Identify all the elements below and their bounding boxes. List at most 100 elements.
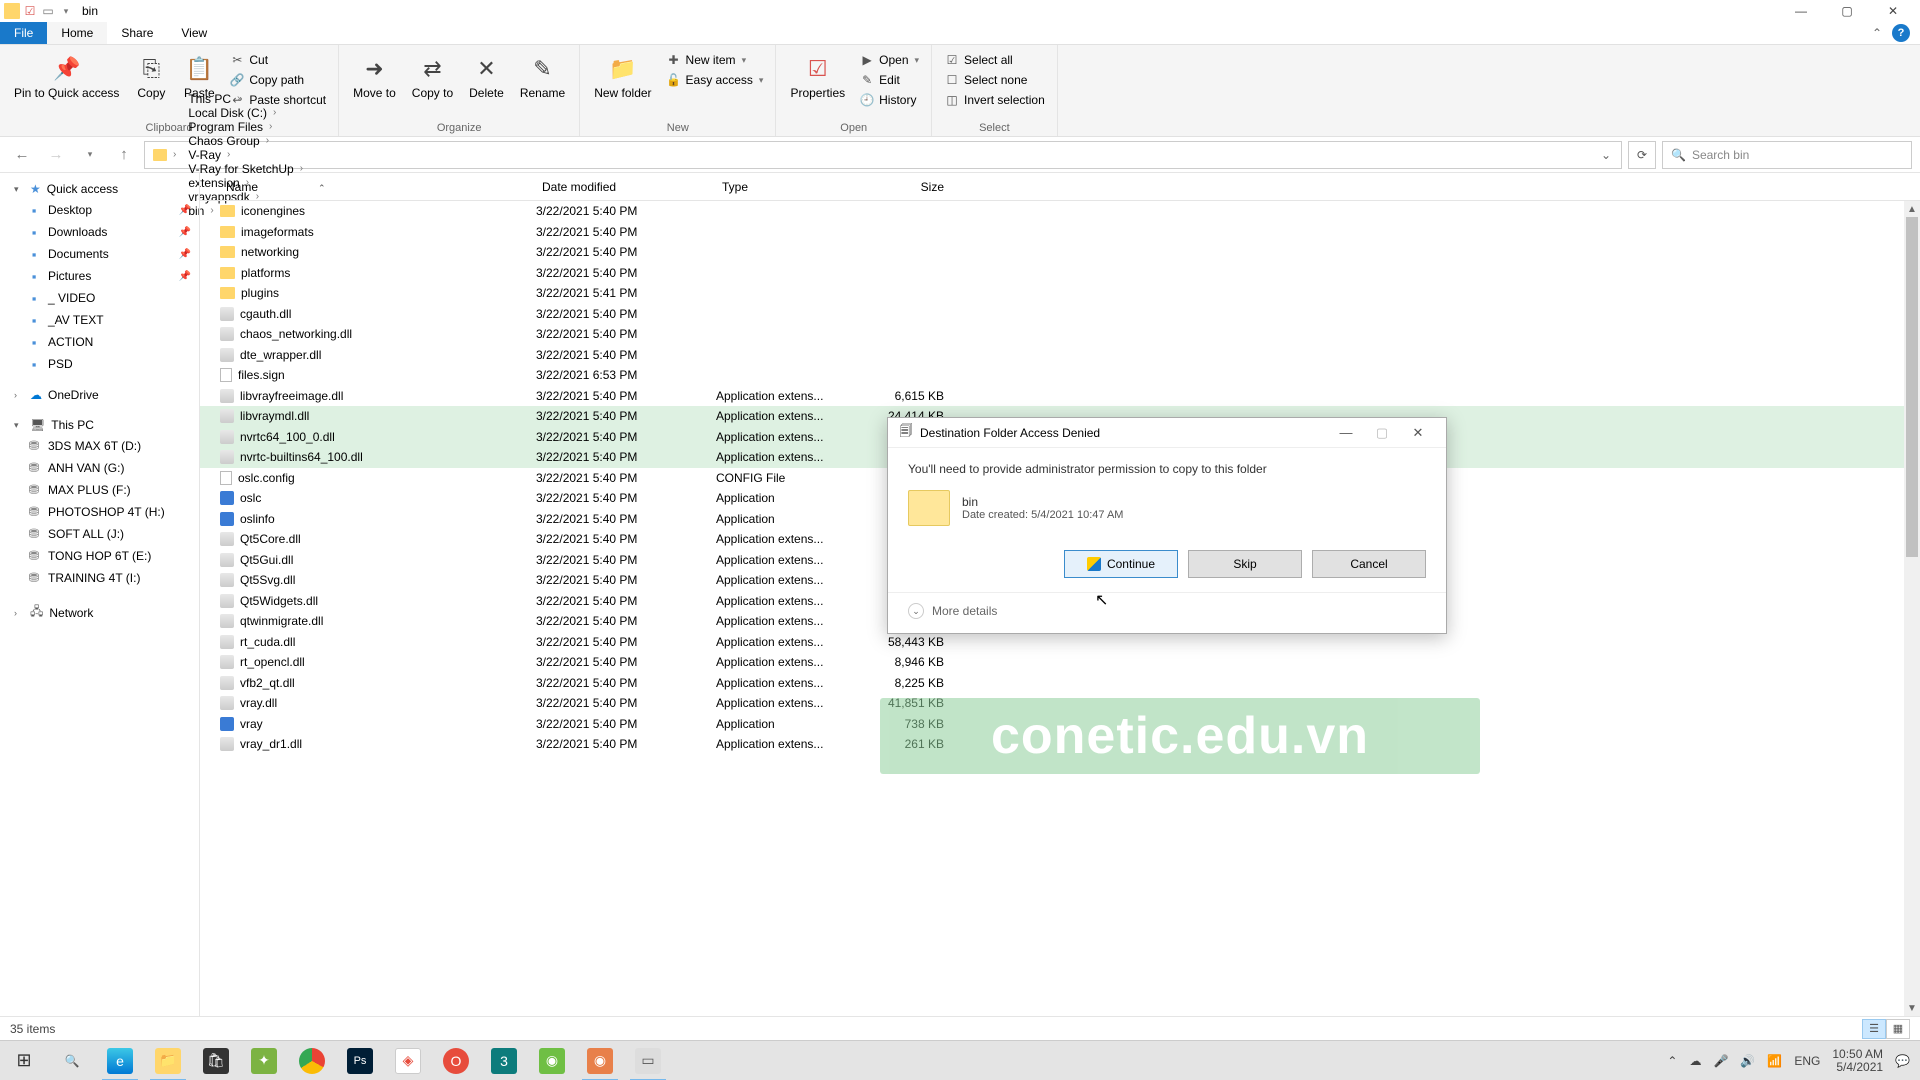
file-row[interactable]: dte_wrapper.dll3/22/2021 5:40 PM [200, 345, 1920, 366]
sidebar-item[interactable]: ▪PSD [0, 353, 199, 375]
file-row[interactable]: vfb2_qt.dll3/22/2021 5:40 PMApplication … [200, 673, 1920, 694]
sidebar-drive[interactable]: ⛃ANH VAN (G:) [0, 457, 199, 479]
scroll-thumb[interactable] [1906, 217, 1918, 557]
tray-wifi-icon[interactable]: 📶 [1767, 1054, 1782, 1068]
tray-cloud-icon[interactable]: ☁ [1689, 1054, 1701, 1068]
taskbar-sketchup[interactable]: ◈ [384, 1041, 432, 1080]
scroll-up-icon[interactable]: ▲ [1904, 201, 1920, 217]
file-row[interactable]: platforms3/22/2021 5:40 PM [200, 263, 1920, 284]
breadcrumb-segment[interactable]: Chaos Group› [184, 134, 309, 148]
file-row[interactable]: rt_cuda.dll3/22/2021 5:40 PMApplication … [200, 632, 1920, 653]
tray-mic-icon[interactable]: 🎤 [1713, 1054, 1728, 1068]
tab-file[interactable]: File [0, 22, 47, 44]
file-row[interactable]: vray.dll3/22/2021 5:40 PMApplication ext… [200, 693, 1920, 714]
taskbar-explorer[interactable]: 📁 [144, 1041, 192, 1080]
new-folder-button[interactable]: 📁New folder [588, 49, 657, 104]
move-to-button[interactable]: ➜Move to [347, 49, 402, 104]
file-row[interactable]: plugins3/22/2021 5:41 PM [200, 283, 1920, 304]
qat-properties-icon[interactable]: ☑ [22, 3, 38, 19]
scroll-down-icon[interactable]: ▼ [1904, 1000, 1920, 1016]
sidebar-this-pc[interactable]: ▾🖥This PC [0, 415, 199, 435]
sidebar-drive[interactable]: ⛃MAX PLUS (F:) [0, 479, 199, 501]
sidebar-drive[interactable]: ⛃3DS MAX 6T (D:) [0, 435, 199, 457]
edit-button[interactable]: ✎Edit [855, 71, 923, 89]
file-row[interactable]: files.sign3/22/2021 6:53 PM [200, 365, 1920, 386]
file-row[interactable]: imageformats3/22/2021 5:40 PM [200, 222, 1920, 243]
start-button[interactable]: ⊞ [0, 1041, 48, 1080]
tab-home[interactable]: Home [47, 22, 107, 44]
tab-view[interactable]: View [167, 22, 221, 44]
skip-button[interactable]: Skip [1188, 550, 1302, 578]
invert-selection-button[interactable]: ◫Invert selection [940, 91, 1049, 109]
col-size[interactable]: Size [866, 180, 956, 194]
sidebar-item[interactable]: ▪_AV TEXT [0, 309, 199, 331]
select-all-button[interactable]: ☑Select all [940, 51, 1049, 69]
search-input[interactable] [1692, 148, 1903, 162]
delete-button[interactable]: ✕Delete [463, 49, 510, 104]
breadcrumb[interactable]: › This PC›Local Disk (C:)›Program Files›… [144, 141, 1622, 169]
col-type[interactable]: Type [716, 180, 866, 194]
rename-button[interactable]: ✎Rename [514, 49, 571, 104]
taskbar-3dsmax[interactable]: 3 [480, 1041, 528, 1080]
search-box[interactable]: 🔍 [1662, 141, 1912, 169]
qat-new-icon[interactable]: ▭ [40, 3, 56, 19]
col-name[interactable]: Name⌃ [220, 180, 536, 194]
tray-lang[interactable]: ENG [1794, 1054, 1820, 1068]
easy-access-button[interactable]: 🔓Easy access▾ [662, 71, 768, 89]
dialog-minimize-button[interactable]: — [1328, 418, 1364, 448]
file-row[interactable]: rt_opencl.dll3/22/2021 5:40 PMApplicatio… [200, 652, 1920, 673]
select-none-button[interactable]: ☐Select none [940, 71, 1049, 89]
cancel-button[interactable]: Cancel [1312, 550, 1426, 578]
tray-notifications-icon[interactable]: 💬 [1895, 1054, 1910, 1068]
file-row[interactable]: vray_dr1.dll3/22/2021 5:40 PMApplication… [200, 734, 1920, 755]
properties-button[interactable]: ☑Properties [784, 49, 851, 104]
sidebar-item[interactable]: ▪Pictures📌 [0, 265, 199, 287]
cut-button[interactable]: ✂Cut [225, 51, 330, 69]
col-modified[interactable]: Date modified [536, 180, 716, 194]
sidebar-item[interactable]: ▪Documents📌 [0, 243, 199, 265]
view-icons-button[interactable]: ▦ [1886, 1019, 1910, 1039]
sidebar-drive[interactable]: ⛃PHOTOSHOP 4T (H:) [0, 501, 199, 523]
window-minimize-button[interactable]: — [1778, 0, 1824, 22]
copy-path-button[interactable]: 🔗Copy path [225, 71, 330, 89]
tray-overflow-icon[interactable]: ⌃ [1667, 1054, 1677, 1068]
sidebar-drive[interactable]: ⛃TONG HOP 6T (E:) [0, 545, 199, 567]
open-button[interactable]: ▶Open▾ [855, 51, 923, 69]
sidebar-drive[interactable]: ⛃SOFT ALL (J:) [0, 523, 199, 545]
sidebar-item[interactable]: ▪ACTION [0, 331, 199, 353]
taskbar-camtasia[interactable]: ◉ [528, 1041, 576, 1080]
sidebar-onedrive[interactable]: ›☁OneDrive [0, 385, 199, 405]
window-close-button[interactable]: ✕ [1870, 0, 1916, 22]
sidebar-drive[interactable]: ⛃TRAINING 4T (I:) [0, 567, 199, 589]
view-details-button[interactable]: ☰ [1862, 1019, 1886, 1039]
nav-back-button[interactable]: ← [8, 141, 36, 169]
breadcrumb-segment[interactable]: V-Ray› [184, 148, 309, 162]
nav-up-button[interactable]: ↑ [110, 141, 138, 169]
sidebar-network[interactable]: ›🖧Network [0, 599, 199, 626]
tab-share[interactable]: Share [107, 22, 167, 44]
file-row[interactable]: cgauth.dll3/22/2021 5:40 PM [200, 304, 1920, 325]
pin-quick-access-button[interactable]: 📌Pin to Quick access [8, 49, 125, 104]
taskbar-search-button[interactable]: 🔍 [48, 1041, 96, 1080]
more-details-toggle[interactable]: ⌄ More details [888, 592, 1446, 633]
sidebar-item[interactable]: ▪_ VIDEO [0, 287, 199, 309]
help-icon[interactable]: ? [1892, 24, 1910, 42]
file-row[interactable]: vray3/22/2021 5:40 PMApplication738 KB [200, 714, 1920, 735]
scrollbar[interactable]: ▲ ▼ [1904, 201, 1920, 1016]
copy-button[interactable]: ⎘Copy [129, 49, 173, 104]
qat-dropdown-icon[interactable]: ▾ [58, 3, 74, 19]
taskbar-edge[interactable]: e [96, 1041, 144, 1080]
sidebar-item[interactable]: ▪Downloads📌 [0, 221, 199, 243]
taskbar-opera[interactable]: O [432, 1041, 480, 1080]
new-item-button[interactable]: ✚New item▾ [662, 51, 768, 69]
taskbar-photoshop[interactable]: Ps [336, 1041, 384, 1080]
breadcrumb-dropdown-icon[interactable]: ⌄ [1595, 148, 1617, 162]
column-headers[interactable]: Name⌃ Date modified Type Size [200, 173, 1920, 201]
ribbon-collapse-icon[interactable]: ⌃ [1872, 26, 1882, 40]
file-row[interactable]: chaos_networking.dll3/22/2021 5:40 PM [200, 324, 1920, 345]
breadcrumb-segment[interactable]: Local Disk (C:)› [184, 106, 309, 120]
breadcrumb-segment[interactable]: This PC› [184, 92, 309, 106]
file-row[interactable]: libvrayfreeimage.dll3/22/2021 5:40 PMApp… [200, 386, 1920, 407]
dialog-close-button[interactable]: ✕ [1400, 418, 1436, 448]
taskbar-camtasia2[interactable]: ◉ [576, 1041, 624, 1080]
